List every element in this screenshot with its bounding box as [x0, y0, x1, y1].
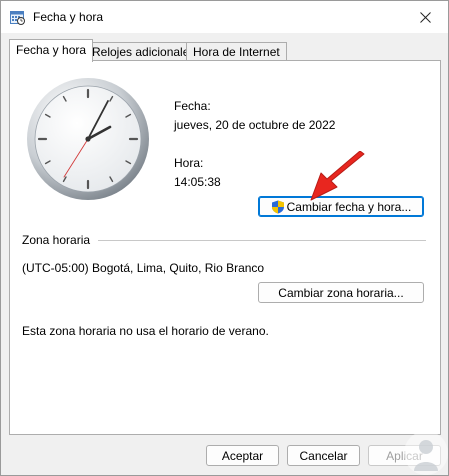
time-label: Hora:: [174, 156, 204, 170]
tab-panel: Fecha: jueves, 20 de octubre de 2022 Hor…: [9, 60, 441, 435]
cancel-button[interactable]: Cancelar: [287, 445, 360, 466]
close-icon: [419, 11, 431, 23]
title-bar: Fecha y hora: [1, 1, 448, 33]
close-button[interactable]: [402, 1, 448, 33]
timezone-divider: [98, 240, 426, 241]
dst-note: Esta zona horaria no usa el horario de v…: [22, 324, 269, 338]
analog-clock-icon: [27, 78, 149, 200]
tab-relojes-adicionales[interactable]: Relojes adicionales: [85, 42, 203, 61]
ok-button[interactable]: Aceptar: [206, 445, 279, 466]
timezone-value: (UTC-05:00) Bogotá, Lima, Quito, Rio Bra…: [22, 261, 265, 275]
tab-hora-de-internet[interactable]: Hora de Internet: [186, 42, 287, 61]
date-time-dialog: Fecha y hora Fecha y hora Relojes adicio…: [0, 0, 449, 476]
date-label: Fecha:: [174, 99, 211, 113]
watermark-logo-icon: [404, 431, 448, 475]
uac-shield-icon: [271, 200, 284, 213]
date-value: jueves, 20 de octubre de 2022: [174, 118, 336, 132]
time-value: 14:05:38: [174, 175, 221, 189]
window-title: Fecha y hora: [33, 10, 104, 24]
annotation-arrow-icon: [310, 151, 365, 201]
timezone-section-title: Zona horaria: [22, 233, 91, 247]
date-time-app-icon: [10, 11, 25, 25]
tab-fecha-y-hora[interactable]: Fecha y hora: [9, 39, 94, 62]
change-timezone-button[interactable]: Cambiar zona horaria...: [258, 282, 424, 303]
